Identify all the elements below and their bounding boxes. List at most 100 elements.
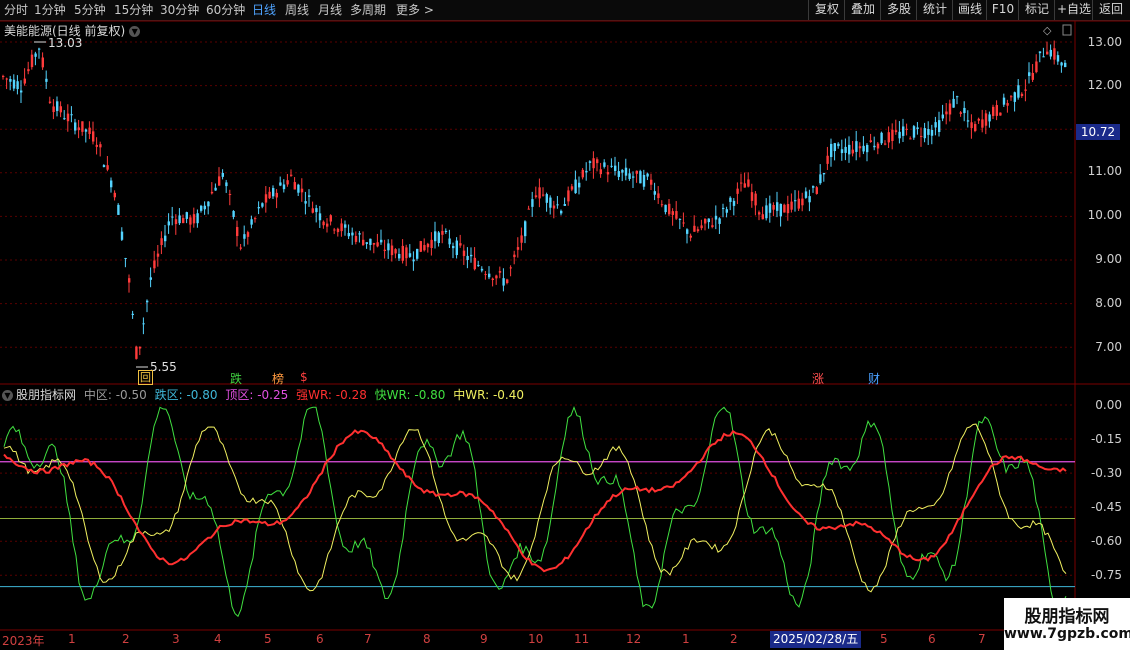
candle-body	[948, 103, 952, 115]
candle-body	[750, 192, 754, 201]
candle-body	[722, 207, 725, 209]
candle-body	[156, 253, 160, 257]
candle-body	[16, 81, 19, 90]
candle-body	[218, 176, 221, 186]
candle-body	[909, 138, 912, 140]
price-axis-tick: 8.00	[1095, 296, 1122, 310]
event-marker-replay[interactable]: 回	[138, 370, 153, 385]
candle-body	[1020, 93, 1024, 97]
candle-body	[167, 221, 170, 226]
current-price-tag: 10.72	[1076, 124, 1120, 140]
candle-body	[243, 234, 246, 239]
candle-body	[502, 278, 505, 286]
candle-body	[160, 238, 163, 246]
candle-body	[509, 267, 512, 269]
candle-body	[930, 129, 934, 136]
chevron-down-icon[interactable]: ▼	[2, 390, 13, 401]
candle-body	[1049, 49, 1052, 57]
candle-body	[12, 79, 16, 89]
candle-body	[732, 200, 736, 206]
candle-body	[574, 179, 577, 194]
candle-body	[610, 165, 613, 167]
candle-body	[203, 205, 206, 210]
candle-body	[74, 122, 77, 131]
candle-body	[934, 122, 937, 128]
candle-body	[592, 158, 595, 169]
diamond-icon[interactable]: ◇	[1043, 24, 1052, 37]
candle-body	[99, 144, 102, 148]
event-marker-rise[interactable]: 涨	[812, 370, 824, 387]
candle-body	[484, 274, 487, 276]
candle-body	[264, 194, 268, 203]
candle-body	[1017, 85, 1020, 98]
candle-body	[430, 239, 433, 248]
candle-body	[963, 107, 966, 114]
candle-body	[765, 205, 768, 219]
price-axis-tick: 12.00	[1087, 78, 1122, 92]
candle-body	[606, 172, 610, 175]
candle-body	[214, 187, 217, 191]
date-axis-label: 1	[68, 632, 76, 646]
candle-body	[815, 187, 818, 194]
candle-body	[556, 204, 559, 206]
candle-body	[369, 238, 372, 245]
candle-body	[851, 149, 854, 154]
candle-body	[34, 53, 37, 57]
date-axis-label: 6	[316, 632, 324, 646]
candle-body	[858, 146, 862, 149]
event-marker-finance[interactable]: 财	[868, 370, 880, 387]
candle-body	[196, 213, 199, 224]
chart-canvas[interactable]: ◇	[0, 0, 1130, 650]
candle-body	[113, 192, 116, 198]
event-marker-rank[interactable]: 榜	[272, 370, 284, 387]
date-axis-label: 5	[880, 632, 888, 646]
candle-body	[563, 204, 566, 206]
candle-body	[758, 212, 761, 215]
candle-body	[772, 204, 775, 210]
candle-body	[210, 191, 214, 194]
date-axis-label: 10	[528, 632, 544, 646]
candle-body	[200, 205, 203, 211]
candle-body	[462, 250, 466, 257]
candle-body	[23, 78, 26, 84]
candle-body	[570, 186, 574, 190]
candle-body	[92, 131, 95, 142]
candle-body	[898, 131, 901, 139]
candle-body	[81, 121, 84, 132]
candle-body	[470, 254, 473, 257]
candle-body	[326, 223, 329, 227]
date-axis-label: 1	[682, 632, 690, 646]
candle-body	[614, 165, 617, 171]
candle-body	[452, 246, 455, 249]
candle-body	[1046, 51, 1049, 55]
candle-body	[52, 106, 55, 113]
chevron-down-icon[interactable]: ▼	[129, 26, 141, 37]
date-axis-label: 5	[264, 632, 272, 646]
event-marker-drop[interactable]: 跌	[230, 370, 242, 387]
candle-body	[894, 130, 898, 133]
candle-body	[646, 173, 649, 177]
candle-body	[977, 118, 980, 121]
candle-body	[106, 165, 109, 170]
candle-body	[923, 128, 926, 139]
low-price-label: 5.55	[150, 360, 177, 374]
candle-body	[866, 144, 869, 153]
candle-body	[729, 197, 732, 202]
event-marker-dividend[interactable]: $	[300, 370, 308, 384]
candle-body	[794, 200, 797, 202]
candle-body	[423, 245, 426, 251]
candle-body	[747, 179, 750, 187]
candle-body	[642, 174, 646, 187]
candle-body	[174, 219, 178, 225]
candle-body	[876, 143, 880, 149]
candle-body	[491, 278, 494, 281]
candle-body	[628, 173, 631, 179]
candle-body	[736, 188, 739, 194]
scroll-handle[interactable]	[1062, 24, 1072, 36]
candle-body	[286, 180, 289, 185]
candle-body	[110, 180, 113, 188]
candle-body	[189, 217, 192, 225]
candle-body	[448, 238, 451, 245]
indicator-value-fast-wr: 快WR: -0.80	[374, 388, 446, 402]
price-axis-tick: 11.00	[1087, 164, 1122, 178]
